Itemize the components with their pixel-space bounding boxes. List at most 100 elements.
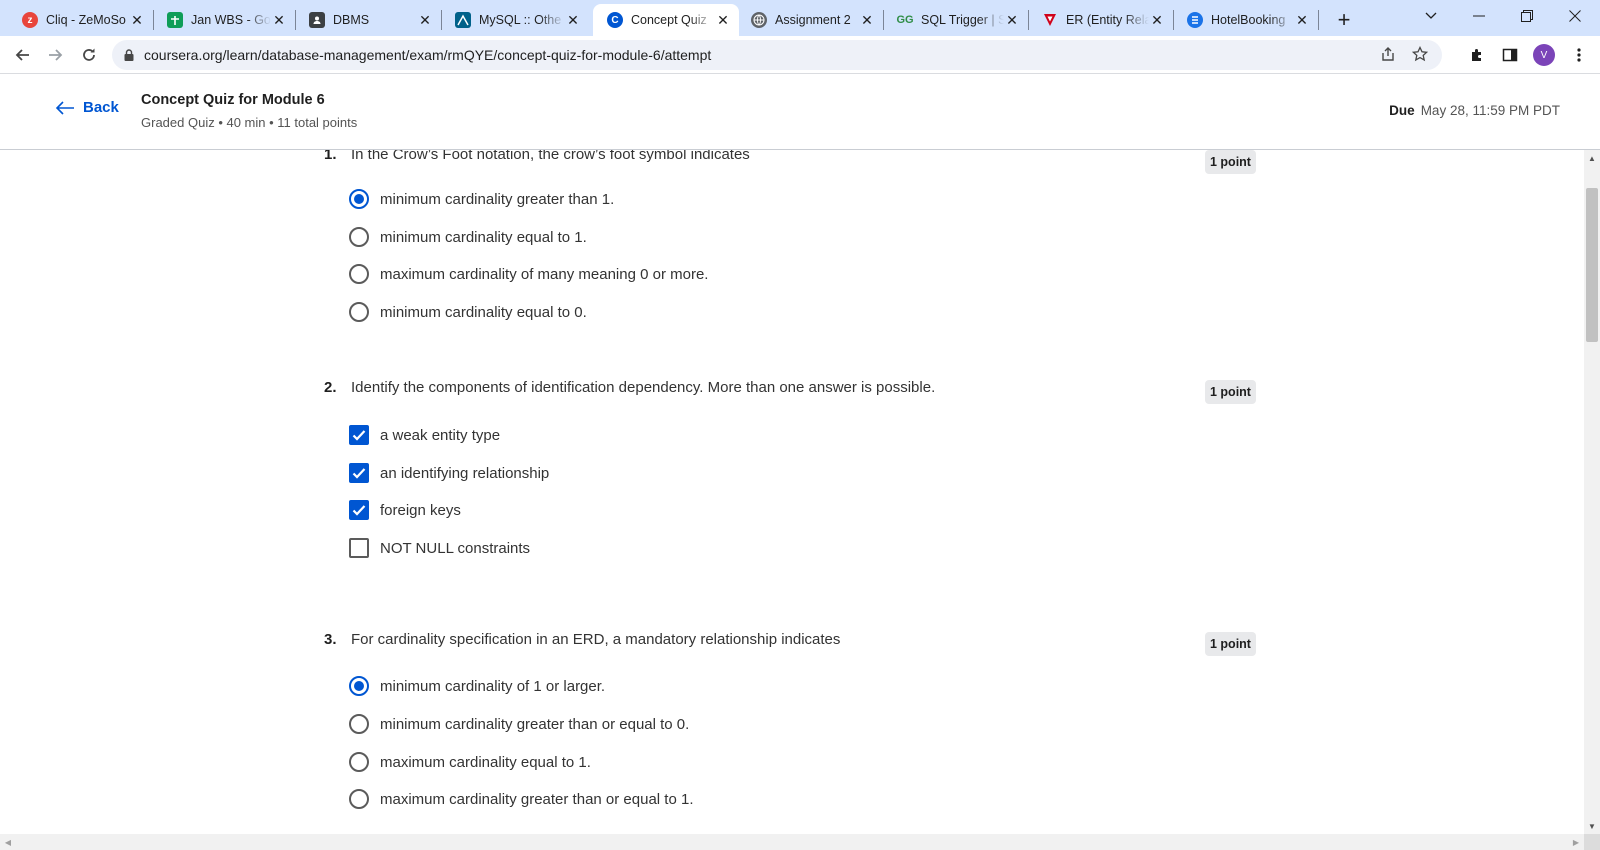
checkbox-checked[interactable] [349,425,369,445]
minimize-icon[interactable] [1456,0,1502,32]
answer-option[interactable]: minimum cardinality equal to 0. [349,301,587,323]
extensions-puzzle-icon[interactable] [1466,44,1488,66]
answer-option[interactable]: minimum cardinality equal to 1. [349,226,587,248]
scroll-left-arrow-icon[interactable]: ◀ [0,834,16,850]
bookmark-star-icon[interactable] [1411,45,1429,65]
address-bar[interactable]: coursera.org/learn/database-management/e… [112,40,1442,70]
browser-tab-cliq[interactable]: z Cliq - ZeMoSo ✕ [8,4,153,36]
option-label: minimum cardinality equal to 1. [380,228,587,246]
question-text: For cardinality specification in an ERD,… [351,631,841,648]
answer-option[interactable]: minimum cardinality of 1 or larger. [349,675,605,697]
close-icon[interactable]: ✕ [1294,12,1310,28]
browser-tab-assignment-2[interactable]: Assignment 2 ✕ [737,4,883,36]
option-label: minimum cardinality of 1 or larger. [380,677,606,695]
browser-toolbar: coursera.org/learn/database-management/e… [0,36,1600,74]
close-window-icon[interactable] [1552,0,1598,32]
lock-icon[interactable] [124,49,134,61]
option-label: minimum cardinality greater than or equa… [380,715,690,733]
checkbox[interactable] [349,538,369,558]
kebab-menu-icon[interactable] [1568,44,1590,66]
option-label: maximum cardinality equal to 1. [380,753,591,771]
forward-arrow-icon[interactable] [40,40,70,70]
back-button[interactable]: Back [55,99,119,116]
browser-tab-er-entity[interactable]: ER (Entity Rela ✕ [1028,4,1173,36]
quiz-header: Back Concept Quiz for Module 6 Graded Qu… [0,75,1600,150]
horizontal-scrollbar[interactable]: ◀ ▶ [0,834,1584,850]
vertabelo-icon [1042,12,1058,28]
restore-icon[interactable] [1504,0,1550,32]
browser-tab-sql-trigger[interactable]: GG SQL Trigger | S ✕ [883,4,1028,36]
points-badge: 1 point [1205,380,1256,404]
globe-icon [751,12,767,28]
question-number: 2. [324,379,337,396]
geeksforgeeks-icon: GG [896,14,914,26]
back-label: Back [83,99,119,116]
radio-button[interactable] [349,264,369,284]
new-tab-plus-icon[interactable]: + [1330,6,1358,34]
answer-option[interactable]: a weak entity type [349,424,500,446]
question-number: 3. [324,631,337,648]
answer-option[interactable]: foreign keys [349,499,461,521]
scroll-right-arrow-icon[interactable]: ▶ [1568,834,1584,850]
tab-title: DBMS [333,13,370,27]
browser-tab-concept-quiz[interactable]: C Concept Quiz ✕ [593,4,739,36]
checkbox-checked[interactable] [349,500,369,520]
answer-option[interactable]: minimum cardinality greater than or equa… [349,713,689,735]
radio-button-selected[interactable] [349,189,369,209]
close-icon[interactable]: ✕ [1004,12,1020,28]
back-arrow-icon [55,100,74,115]
browser-tab-jan-wbs[interactable]: Jan WBS - Goo ✕ [153,4,295,36]
checkmark-icon [352,468,366,479]
vertical-scrollbar[interactable]: ▲ ▼ [1584,150,1600,834]
option-label: foreign keys [380,501,461,519]
answer-option[interactable]: maximum cardinality equal to 1. [349,751,591,773]
browser-tab-dbms[interactable]: DBMS ✕ [295,4,441,36]
answer-option[interactable]: minimum cardinality greater than 1. [349,188,614,210]
close-icon[interactable]: ✕ [859,12,875,28]
browser-tab-hotelbooking[interactable]: HotelBooking ✕ [1173,4,1318,36]
radio-button[interactable] [349,752,369,772]
checkmark-icon [352,505,366,516]
tab-title: SQL Trigger | S [921,13,1004,27]
answer-option[interactable]: maximum cardinality of many meaning 0 or… [349,263,708,285]
tab-title: HotelBooking [1211,13,1286,27]
browser-tab-mysql[interactable]: MySQL :: Othe ✕ [441,4,589,36]
radio-button[interactable] [349,302,369,322]
url-text[interactable]: coursera.org/learn/database-management/e… [144,47,711,63]
radio-button-selected[interactable] [349,676,369,696]
radio-button[interactable] [349,714,369,734]
option-label: minimum cardinality greater than 1. [380,190,615,208]
question-number: 1. [324,150,337,163]
reload-icon[interactable] [74,40,104,70]
checkbox-checked[interactable] [349,463,369,483]
close-icon[interactable]: ✕ [565,12,581,28]
back-arrow-icon[interactable] [8,40,38,70]
google-sheets-icon [167,12,183,28]
side-panel-icon[interactable] [1499,44,1521,66]
answer-option[interactable]: maximum cardinality greater than or equa… [349,788,693,810]
answer-option[interactable]: an identifying relationship [349,462,549,484]
tab-title: Concept Quiz [631,13,707,27]
scrollbar-thumb[interactable] [1586,188,1598,342]
radio-button[interactable] [349,789,369,809]
scroll-down-arrow-icon[interactable]: ▼ [1584,818,1600,834]
tab-title: Cliq - ZeMoSo [46,13,126,27]
option-label: NOT NULL constraints [380,539,531,557]
option-label: minimum cardinality equal to 0. [380,303,587,321]
due-value: May 28, 11:59 PM PDT [1420,103,1560,118]
close-icon[interactable]: ✕ [129,12,145,28]
profile-card-icon [309,12,325,28]
zoho-cliq-icon: z [22,12,38,28]
question-3: 3. For cardinality specification in an E… [324,631,1259,809]
close-icon[interactable]: ✕ [271,12,287,28]
answer-option[interactable]: NOT NULL constraints [349,537,530,559]
profile-avatar[interactable]: V [1533,44,1555,66]
close-icon[interactable]: ✕ [1149,12,1165,28]
close-icon[interactable]: ✕ [715,12,731,28]
scroll-up-arrow-icon[interactable]: ▲ [1584,150,1600,166]
share-icon[interactable] [1380,46,1396,65]
tab-search-chevron-icon[interactable] [1408,0,1454,32]
radio-button[interactable] [349,227,369,247]
close-icon[interactable]: ✕ [417,12,433,28]
tab-title: MySQL :: Othe [479,13,562,27]
